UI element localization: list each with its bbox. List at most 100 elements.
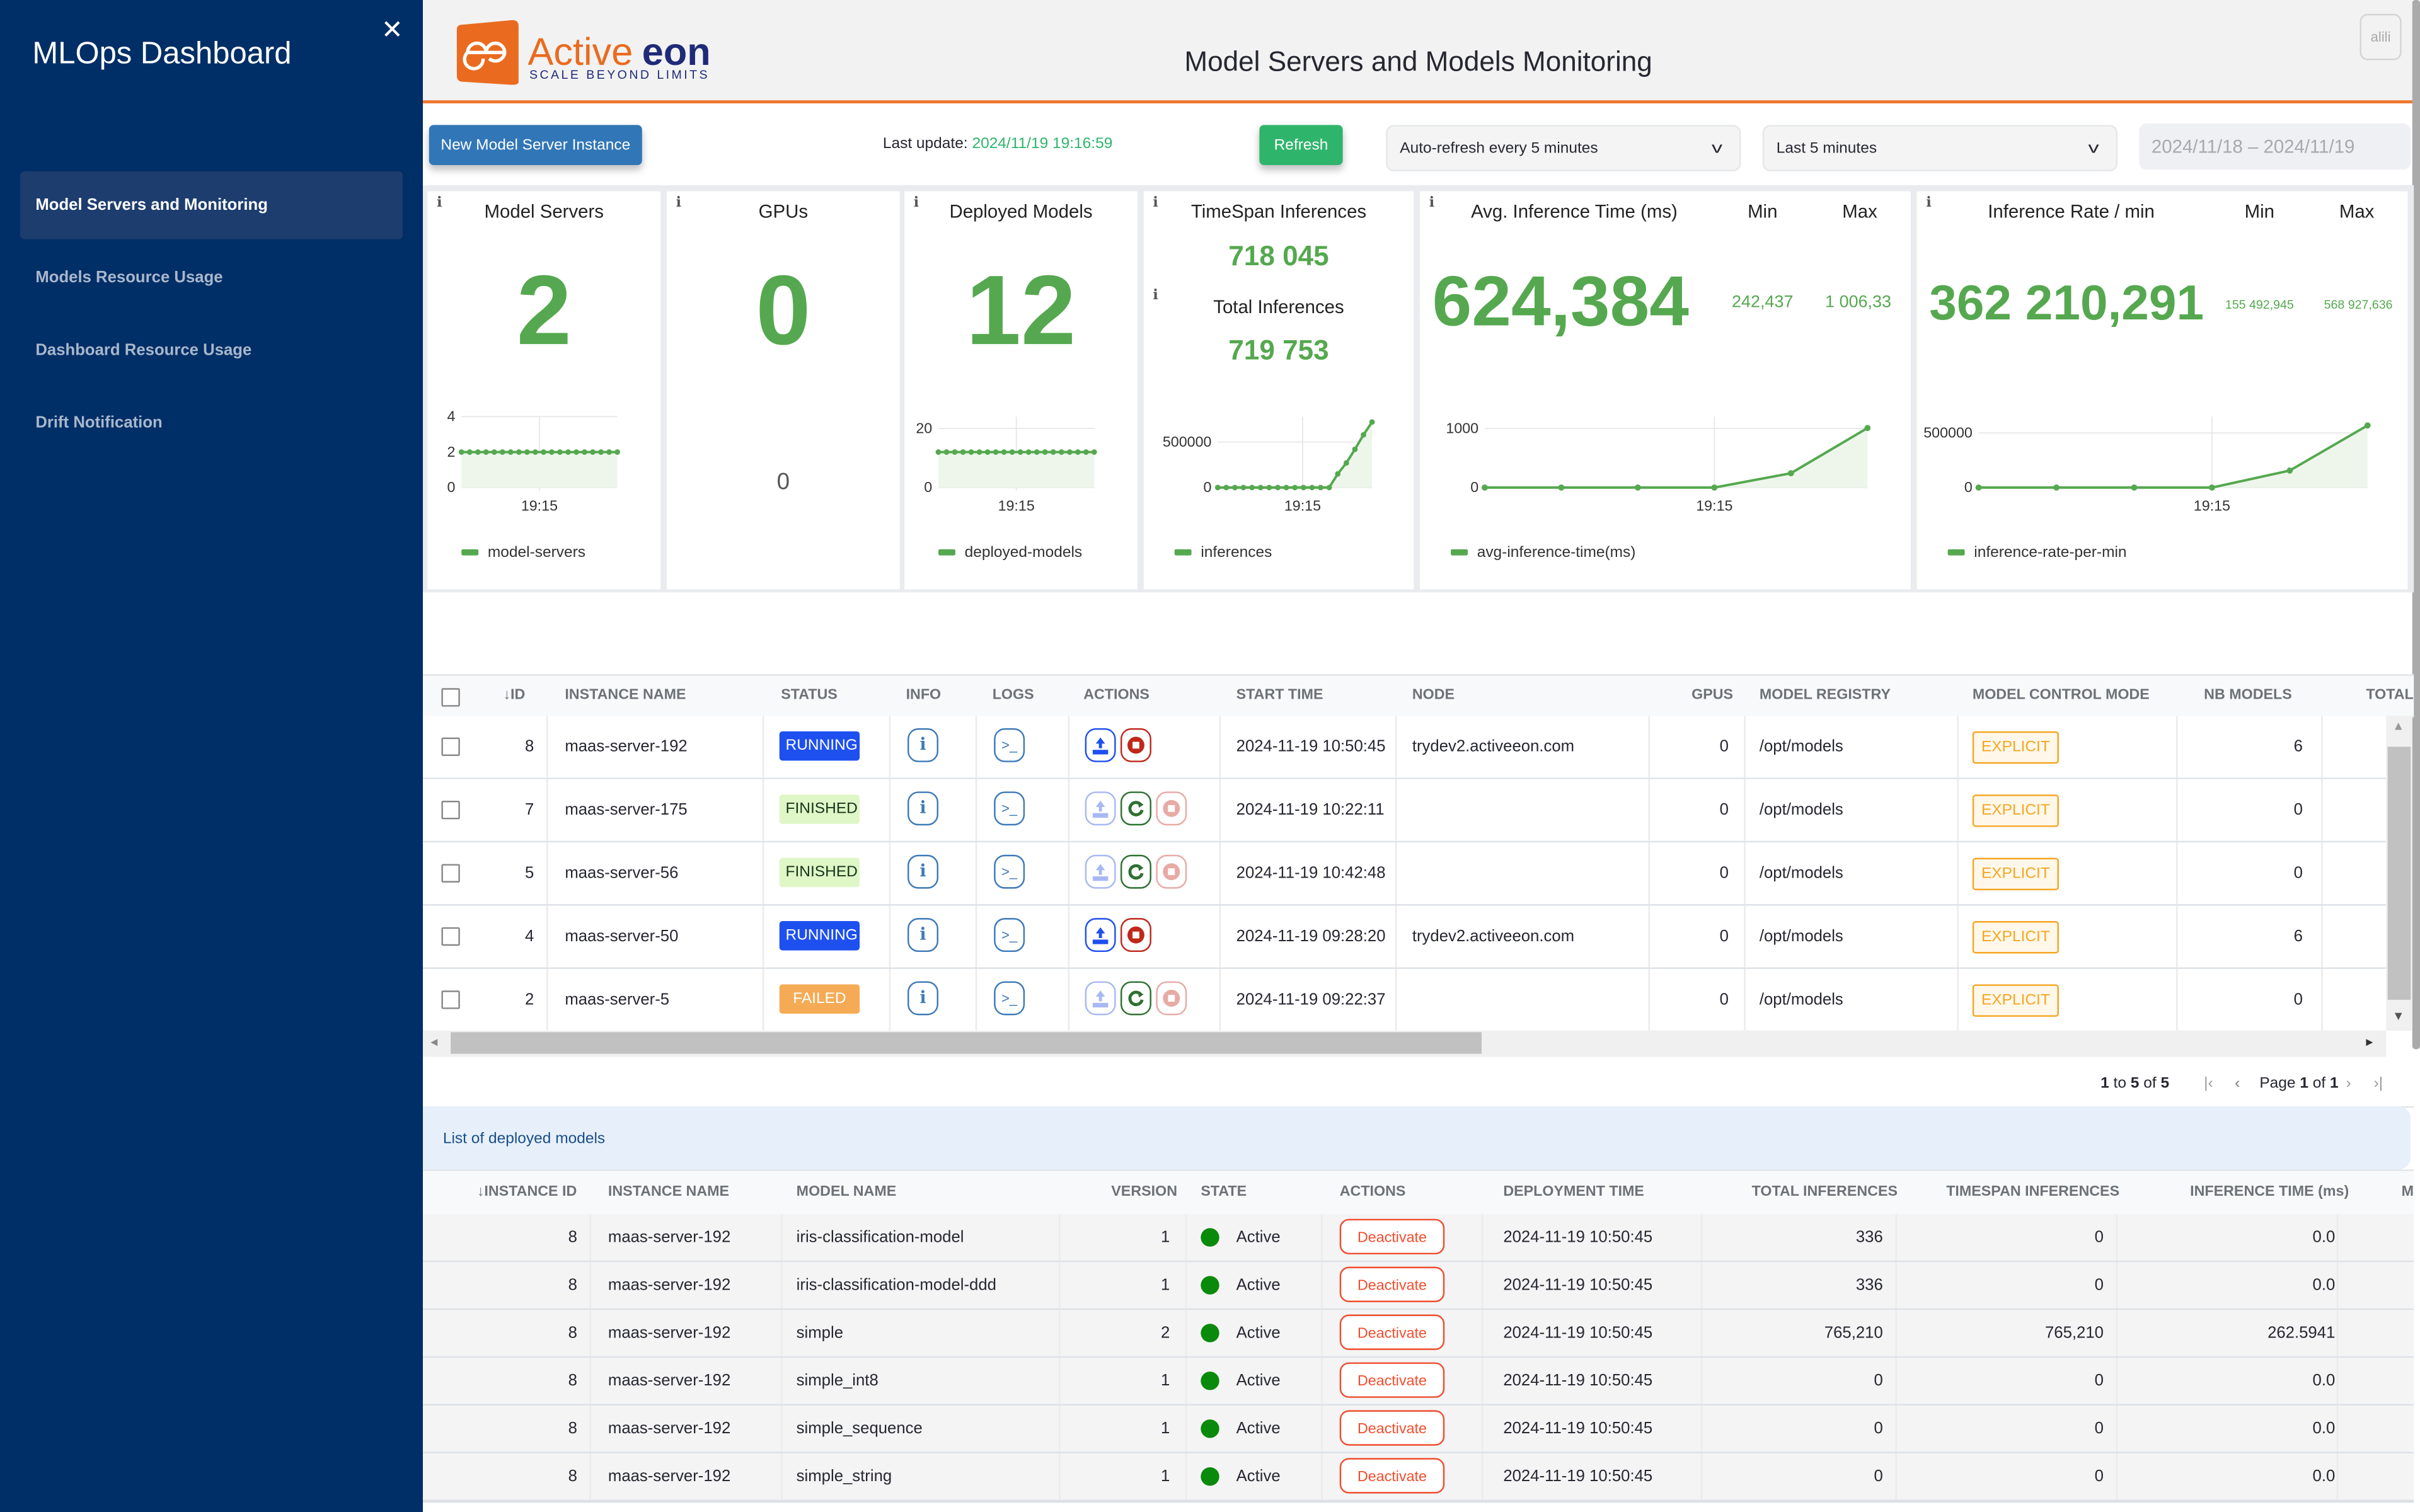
last-page-icon[interactable]: ›| [2374, 1075, 2383, 1092]
deploy-model-button[interactable] [1085, 728, 1116, 762]
scrollbar-thumb[interactable] [451, 1032, 1482, 1054]
sidebar-item-dashboard-resource-usage[interactable]: Dashboard Resource Usage [20, 316, 403, 384]
user-menu-button[interactable]: alili [2360, 14, 2402, 60]
col-gpus[interactable]: GPUS [1691, 676, 1733, 716]
info-button[interactable]: i [908, 728, 938, 762]
sidebar-item-models-resource-usage[interactable]: Models Resource Usage [20, 244, 403, 312]
row-checkbox[interactable] [441, 864, 460, 883]
col-model-control-mode[interactable]: MODEL CONTROL MODE [1973, 676, 2150, 716]
info-button[interactable]: i [908, 854, 938, 889]
table-row[interactable]: 5 maas-server-56 FINISHED i >_ 2024-11-19 10:… [423, 842, 2387, 906]
col-inference-time[interactable]: INFERENCE TIME (ms) [2190, 1171, 2349, 1215]
stop-button[interactable] [1156, 854, 1187, 889]
data-point [565, 449, 571, 455]
col-model-registry[interactable]: MODEL REGISTRY [1760, 676, 1891, 716]
auto-refresh-select[interactable]: Auto-refresh every 5 minutes v [1386, 125, 1741, 171]
col-node[interactable]: NODE [1412, 676, 1455, 716]
logs-button[interactable]: >_ [994, 854, 1025, 889]
col-instance-name[interactable]: INSTANCE NAME [608, 1171, 729, 1215]
col-status[interactable]: STATUS [781, 676, 838, 716]
stop-button[interactable] [1156, 791, 1187, 826]
deactivate-button[interactable]: Deactivate [1339, 1410, 1445, 1446]
scrollbar-thumb[interactable] [2387, 747, 2411, 1000]
stop-button[interactable] [1120, 728, 1151, 762]
vertical-scrollbar[interactable]: ▲ ▼ [2386, 716, 2412, 1031]
row-checkbox[interactable] [441, 737, 460, 757]
col-info[interactable]: INFO [906, 676, 942, 716]
col-total[interactable]: TOTAL [2366, 676, 2413, 716]
logs-button[interactable]: >_ [994, 918, 1025, 953]
table-row[interactable]: 8 maas-server-192 iris-classification-mode… [423, 1214, 2414, 1264]
col-version[interactable]: VERSION [1111, 1171, 1177, 1215]
stop-button[interactable] [1156, 981, 1187, 1016]
restart-button[interactable] [1120, 854, 1151, 889]
row-checkbox[interactable] [441, 801, 460, 820]
info-icon[interactable]: i [1926, 196, 1931, 211]
y-tick-label: 20 [916, 420, 932, 436]
col-timespan-inferences[interactable]: TIMESPAN INFERENCES [1946, 1171, 2119, 1215]
scroll-up-icon[interactable]: ▲ [2392, 719, 2404, 733]
deploy-model-button[interactable] [1085, 791, 1116, 826]
deactivate-button[interactable]: Deactivate [1339, 1266, 1445, 1302]
row-checkbox[interactable] [441, 927, 460, 946]
stop-button[interactable] [1120, 918, 1151, 953]
logs-button[interactable]: >_ [994, 791, 1025, 826]
horizontal-scrollbar[interactable]: ◂ ▸ [423, 1030, 2387, 1057]
col-actions[interactable]: ACTIONS [1083, 676, 1150, 716]
next-page-icon[interactable]: › [2346, 1075, 2351, 1092]
table-row[interactable]: 4 maas-server-50 RUNNING i >_ 2024-11-19 09:2… [423, 905, 2387, 969]
col-actions[interactable]: ACTIONS [1340, 1171, 1406, 1215]
deactivate-button[interactable]: Deactivate [1339, 1362, 1445, 1398]
cell-timespan-inferences: 0 [2094, 1372, 2104, 1390]
scroll-right-icon[interactable]: ▸ [2366, 1034, 2373, 1051]
date-range-input[interactable]: 2024/11/18 – 2024/11/19 [2139, 123, 2411, 170]
select-all-checkbox[interactable] [441, 688, 460, 707]
col-next[interactable]: M [2402, 1171, 2414, 1215]
table-row[interactable]: 7 maas-server-175 FINISHED i >_ 2024-11-19 10… [423, 779, 2387, 843]
timespan-select[interactable]: Last 5 minutes v [1762, 125, 2118, 171]
table-row[interactable]: 8 maas-server-192 simple 2 Active Deactivate 2… [423, 1310, 2414, 1360]
col-nb-models[interactable]: NB MODELS [2204, 676, 2292, 716]
table-row[interactable]: 8 maas-server-192 simple_sequence 1 Active De… [423, 1406, 2414, 1455]
deactivate-button[interactable]: Deactivate [1339, 1458, 1445, 1494]
table-row[interactable]: 8 maas-server-192 iris-classification-mode… [423, 1262, 2414, 1312]
deactivate-button[interactable]: Deactivate [1339, 1314, 1445, 1350]
table-row[interactable]: 8 maas-server-192 simple_string 1 Active Deac… [423, 1453, 2414, 1503]
prev-page-icon[interactable]: ‹ [2235, 1075, 2240, 1092]
restart-button[interactable] [1120, 981, 1151, 1016]
deploy-model-button[interactable] [1085, 854, 1116, 889]
sidebar-item-model-servers[interactable]: Model Servers and Monitoring [20, 171, 403, 239]
deploy-model-button[interactable] [1085, 918, 1116, 953]
info-icon[interactable]: i [1429, 196, 1434, 211]
info-button[interactable]: i [908, 918, 938, 953]
col-state[interactable]: STATE [1201, 1171, 1247, 1215]
row-checkbox[interactable] [441, 990, 460, 1009]
info-button[interactable]: i [908, 791, 938, 826]
col-logs[interactable]: LOGS [993, 676, 1034, 716]
col-model-name[interactable]: MODEL NAME [797, 1171, 897, 1215]
col-instance-id[interactable]: ↓INSTANCE ID [477, 1171, 577, 1215]
scroll-down-icon[interactable]: ▼ [2392, 1009, 2404, 1023]
logs-button[interactable]: >_ [994, 728, 1025, 762]
restart-button[interactable] [1120, 791, 1151, 826]
table-row[interactable]: 8 maas-server-192 simple_int8 1 Active Deacti… [423, 1358, 2414, 1407]
logs-button[interactable]: >_ [994, 981, 1025, 1016]
col-deployment-time[interactable]: DEPLOYMENT TIME [1503, 1171, 1644, 1215]
info-button[interactable]: i [908, 981, 938, 1016]
table-row[interactable]: 8 maas-server-192 RUNNING i >_ 2024-11-19 10:… [423, 716, 2387, 779]
deactivate-button[interactable]: Deactivate [1339, 1218, 1445, 1255]
new-model-server-button[interactable]: New Model Server Instance [429, 125, 642, 166]
data-point [1318, 484, 1323, 491]
col-total-inferences[interactable]: TOTAL INFERENCES [1752, 1171, 1898, 1215]
col-start-time[interactable]: START TIME [1236, 676, 1323, 716]
col-id[interactable]: ↓ID [503, 676, 525, 716]
refresh-button[interactable]: Refresh [1259, 125, 1343, 166]
first-page-icon[interactable]: |‹ [2204, 1075, 2213, 1092]
scroll-left-icon[interactable]: ◂ [430, 1034, 437, 1051]
sidebar-item-drift-notification[interactable]: Drift Notification [20, 389, 403, 457]
data-point [573, 449, 579, 455]
deploy-model-button[interactable] [1085, 981, 1116, 1016]
col-instance-name[interactable]: INSTANCE NAME [565, 676, 686, 716]
table-row[interactable]: 2 maas-server-5 FAILED i >_ 2024-11-19 09:22:… [423, 968, 2387, 1033]
close-icon[interactable]: ✕ [381, 15, 403, 46]
